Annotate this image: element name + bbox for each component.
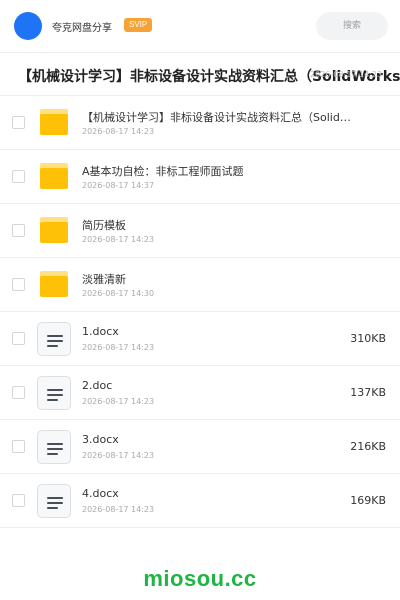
row-checkbox[interactable] xyxy=(12,494,25,507)
document-icon xyxy=(37,322,71,356)
svip-badge: SVIP xyxy=(124,18,153,32)
file-row[interactable]: 1.docx 2026-08-17 14:23 310KB xyxy=(0,312,400,366)
document-icon xyxy=(37,376,71,410)
folder-icon xyxy=(40,163,68,189)
file-date: 2026-08-17 14:23 xyxy=(82,235,155,244)
file-row[interactable]: 2.doc 2026-08-17 14:23 137KB xyxy=(0,366,400,420)
file-list: 【机械设计学习】非标设备设计实战资料汇总（SolidWorks） 2026-08-… xyxy=(0,96,400,528)
share-header: 夸克网盘分享 SVIP 搜索 xyxy=(0,0,400,52)
folder-row[interactable]: A基本功自检：非标工程师面试题 2026-08-17 14:37 xyxy=(0,150,400,204)
search-button[interactable]: 搜索 xyxy=(316,12,388,40)
file-name: 淡雅清新 xyxy=(82,273,126,286)
file-name: 4.docx xyxy=(82,487,119,500)
row-checkbox[interactable] xyxy=(12,170,25,183)
file-date: 2026-08-17 14:23 xyxy=(82,397,155,406)
row-checkbox[interactable] xyxy=(12,278,25,291)
file-size: 169KB xyxy=(350,494,386,507)
file-name: 1.docx xyxy=(82,325,119,338)
folder-icon xyxy=(40,109,68,135)
file-size: 310KB xyxy=(350,332,386,345)
file-date: 2026-08-17 14:30 xyxy=(82,289,155,298)
folder-icon xyxy=(40,217,68,243)
file-name: 简历模板 xyxy=(82,219,126,232)
folder-title-bar: 【机械设计学习】非标设备设计实战资料汇总（SolidWorks 2026-08-… xyxy=(0,52,400,96)
file-name: A基本功自检：非标工程师面试题 xyxy=(82,165,244,178)
folder-title-date: 2026-08-17 14:23 xyxy=(310,70,383,79)
avatar[interactable] xyxy=(14,12,42,40)
row-checkbox[interactable] xyxy=(12,386,25,399)
row-checkbox[interactable] xyxy=(12,440,25,453)
file-date: 2026-08-17 14:23 xyxy=(82,451,155,460)
folder-row[interactable]: 【机械设计学习】非标设备设计实战资料汇总（SolidWorks） 2026-08-… xyxy=(0,96,400,150)
file-row[interactable]: 4.docx 2026-08-17 14:23 169KB xyxy=(0,474,400,528)
file-date: 2026-08-17 14:37 xyxy=(82,181,155,190)
watermark-text: miosou.cc xyxy=(143,566,257,591)
file-name: 【机械设计学习】非标设备设计实战资料汇总（SolidWorks） xyxy=(82,111,352,124)
file-name: 3.docx xyxy=(82,433,119,446)
document-icon xyxy=(37,430,71,464)
row-checkbox[interactable] xyxy=(12,332,25,345)
file-size: 216KB xyxy=(350,440,386,453)
file-size: 137KB xyxy=(350,386,386,399)
file-row[interactable]: 3.docx 2026-08-17 14:23 216KB xyxy=(0,420,400,474)
folder-icon xyxy=(40,271,68,297)
file-date: 2026-08-17 14:23 xyxy=(82,343,155,352)
folder-row[interactable]: 淡雅清新 2026-08-17 14:30 xyxy=(0,258,400,312)
row-checkbox[interactable] xyxy=(12,116,25,129)
file-name: 2.doc xyxy=(82,379,113,392)
document-icon xyxy=(37,484,71,518)
row-checkbox[interactable] xyxy=(12,224,25,237)
share-owner-name: 夸克网盘分享 xyxy=(52,23,112,34)
file-date: 2026-08-17 14:23 xyxy=(82,505,155,514)
folder-row[interactable]: 简历模板 2026-08-17 14:23 xyxy=(0,204,400,258)
file-date: 2026-08-17 14:23 xyxy=(82,127,155,136)
